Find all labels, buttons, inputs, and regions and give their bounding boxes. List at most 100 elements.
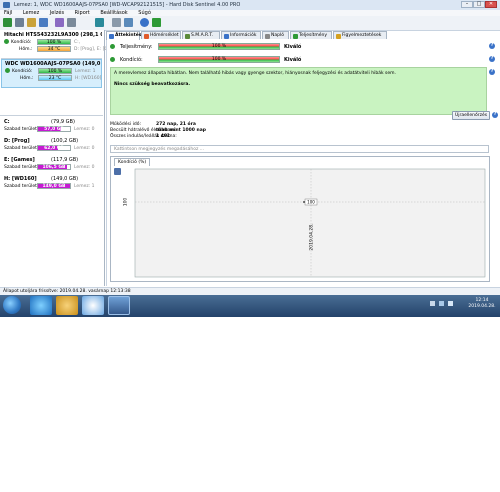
clock-date: 2019.04.28. xyxy=(468,304,496,309)
remaining-value: több mint 1000 nap xyxy=(156,128,206,133)
tab-information[interactable]: Információk xyxy=(221,31,261,39)
health-label: Kondíció: xyxy=(12,69,33,74)
temp-label: Hőm.: xyxy=(19,47,33,52)
disk-volumes: C:, xyxy=(74,40,81,45)
free-label: Szabad terület: xyxy=(4,165,39,170)
volume-icon[interactable] xyxy=(448,301,453,306)
refresh-icon[interactable] xyxy=(3,18,12,27)
volume-item-d[interactable]: D: [Prog] (100,2 GB) Szabad terület: 62,0… xyxy=(1,137,102,152)
volume-disk: Lemez: 0 xyxy=(74,165,95,170)
folder-icon[interactable] xyxy=(56,296,78,315)
volume-disk: Lemez: 0 xyxy=(74,146,95,151)
smart-icon xyxy=(185,33,190,39)
disk-icon[interactable] xyxy=(67,18,76,27)
minimize-button[interactable]: – xyxy=(461,1,473,8)
report-icon[interactable] xyxy=(27,18,36,27)
maximize-button[interactable]: □ xyxy=(473,1,485,8)
free-space-bar: 106,5 GB xyxy=(37,164,71,170)
health-text: Kiváló xyxy=(284,57,302,63)
close-button[interactable]: ✕ xyxy=(485,1,497,8)
info-icon xyxy=(224,33,229,39)
recheck-button[interactable]: Újraellenőrzés xyxy=(452,111,490,120)
volume-item-e[interactable]: E: [Games] (117,9 GB) Szabad terület: 106… xyxy=(1,156,102,171)
free-label: Szabad terület: xyxy=(4,184,39,189)
flag-icon[interactable] xyxy=(430,301,435,306)
comment-field[interactable]: Kattintson megjegyzés megadásához ... xyxy=(110,145,489,153)
app-icon xyxy=(3,2,10,8)
toolbar xyxy=(0,16,500,31)
disk-item-0[interactable]: Hitachi HTS543232L9A300 (298,1 GB) Kondí… xyxy=(1,31,115,59)
disk-item-1[interactable]: WDC WD1600AAJS-07PSA0 (149,0 GB) Kondíci… xyxy=(1,59,102,88)
free-label: Szabad terület: xyxy=(4,127,39,132)
uptime-value: 272 nap, 21 óra xyxy=(156,122,196,127)
status-text: A merevlemez állapota hibátlan. Nem talá… xyxy=(114,71,396,76)
ie-icon[interactable] xyxy=(30,296,52,315)
copy-icon[interactable] xyxy=(95,18,104,27)
performance-icon xyxy=(293,33,298,39)
status-description: A merevlemez állapota hibátlan. Nem talá… xyxy=(110,67,487,115)
taskbar: 12:14 2019.04.28. xyxy=(0,295,500,317)
performance-label: Teljesítmény: xyxy=(120,44,153,50)
ok-icon xyxy=(110,44,115,49)
mail-icon[interactable] xyxy=(39,18,48,27)
disk-name: Hitachi HTS543232L9A300 (298,1 GB) xyxy=(4,32,102,38)
help-icon[interactable]: ? xyxy=(492,112,498,118)
overview-panel: Teljesítmény: 100 % Kiváló ? Kondíció: 1… xyxy=(106,40,500,286)
media-player-icon[interactable] xyxy=(82,296,104,315)
disk-number: Lemez: 1 xyxy=(75,69,96,74)
uptime-label: Működési idő: xyxy=(110,122,141,127)
tab-log[interactable]: Napló xyxy=(262,31,289,39)
volume-item-h[interactable]: H: [WD160] (149,0 GB) Szabad terület: 149… xyxy=(1,175,102,190)
volume-size: (100,2 GB) xyxy=(51,138,79,144)
health-label: Kondíció: xyxy=(120,57,143,63)
tab-alerts[interactable]: Figyelmeztetések xyxy=(333,31,387,39)
test-icon[interactable] xyxy=(55,18,64,27)
hard-disk-sentinel-taskbar-icon[interactable] xyxy=(108,296,130,315)
health-bar: 100 % xyxy=(38,68,72,74)
volume-name: H: [WD160] xyxy=(4,176,37,182)
disk-volumes: H: [WD160] xyxy=(75,76,102,81)
tab-overview[interactable]: Áttekintés xyxy=(106,31,141,40)
volume-name: D: [Prog] xyxy=(4,138,30,144)
free-space-bar: 149,0 GB xyxy=(37,183,71,189)
health-label: Kondíció: xyxy=(11,40,32,45)
ok-icon xyxy=(4,39,9,44)
performance-bar: 100 % xyxy=(158,43,280,50)
ok-icon xyxy=(110,57,115,62)
tab-performance[interactable]: Teljesítmény xyxy=(290,31,332,39)
plot-area xyxy=(134,168,486,278)
volume-disk: Lemez: 1 xyxy=(74,184,95,189)
x-tick-label: 2019.04.28. xyxy=(309,223,315,250)
help-icon[interactable] xyxy=(140,18,149,27)
log-icon xyxy=(265,33,270,39)
network-icon[interactable] xyxy=(439,301,444,306)
volume-disk: Lemez: 0 xyxy=(74,127,95,132)
help-icon[interactable]: ? xyxy=(489,69,495,75)
help-icon[interactable]: ? xyxy=(489,56,495,62)
volume-name: E: [Games] xyxy=(4,157,35,163)
tab-temperature[interactable]: Hőmérséklet xyxy=(141,31,181,39)
alert-icon xyxy=(336,33,341,39)
volume-size: (79,9 GB) xyxy=(51,119,75,125)
disk-list-panel: Hitachi HTS543232L9A300 (298,1 GB) Kondí… xyxy=(0,30,115,286)
volume-name: C: xyxy=(4,119,10,125)
info-icon[interactable] xyxy=(124,18,133,27)
settings-icon[interactable] xyxy=(112,18,121,27)
performance-text: Kiváló xyxy=(284,44,302,50)
free-label: Szabad terület: xyxy=(4,146,39,151)
health-chart: 100 2019.04.28. 100 xyxy=(123,168,486,278)
free-space-bar: 57,0 GB xyxy=(37,126,71,132)
ok-icon xyxy=(5,68,10,73)
clock[interactable]: 12:14 2019.04.28. xyxy=(468,298,496,310)
help-icon[interactable]: ? xyxy=(489,43,495,49)
temp-label: Hőm.: xyxy=(20,76,34,81)
status-text: Állapot utoljára frissítve: 2019.04.28. … xyxy=(3,289,131,294)
data-point-label: 100 xyxy=(307,199,315,204)
tab-smart[interactable]: S.M.A.R.T. xyxy=(182,31,220,39)
thermometer-icon xyxy=(144,33,149,39)
save-icon[interactable] xyxy=(15,18,24,27)
volume-item-c[interactable]: C: (79,9 GB) Szabad terület: 57,0 GB Leme… xyxy=(1,118,102,133)
recommendation-text: Nincs szükség beavatkozásra. xyxy=(114,82,191,87)
start-button[interactable] xyxy=(3,296,21,314)
update-icon[interactable] xyxy=(152,18,161,27)
